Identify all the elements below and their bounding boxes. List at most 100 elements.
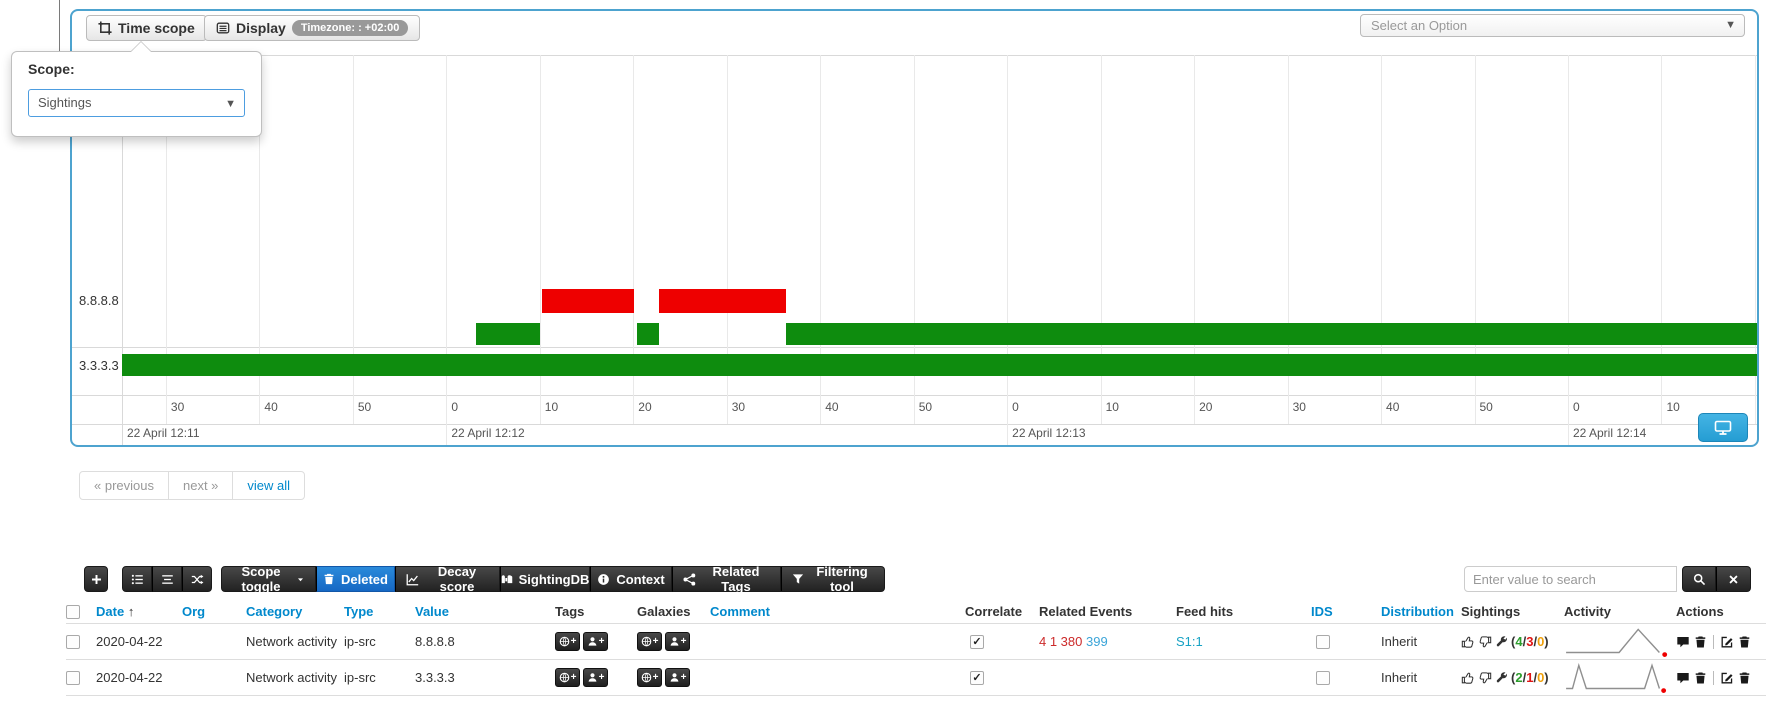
header-ids[interactable]: IDS <box>1311 604 1381 619</box>
related-tags-button[interactable]: Related Tags <box>672 566 781 592</box>
actions-divider <box>1713 671 1714 685</box>
plus-mini: + <box>599 672 605 683</box>
thumbs-up-icon[interactable] <box>1461 671 1475 685</box>
correlate-checkbox[interactable]: ✓ <box>970 635 984 649</box>
attribute-row: 2020-04-22 Network activity ip-src 3.3.3… <box>66 660 1766 696</box>
search-input[interactable] <box>1464 566 1677 592</box>
header-type[interactable]: Type <box>344 604 415 619</box>
pagination: « previous next » view all <box>79 471 305 500</box>
sighting-bar-positive[interactable] <box>122 354 1757 376</box>
previous-page-button[interactable]: « previous <box>80 472 168 499</box>
add-global-tag-button[interactable]: + <box>555 668 580 687</box>
header-comment[interactable]: Comment <box>710 604 965 619</box>
add-local-galaxy-button[interactable]: + <box>665 668 690 687</box>
activity-sparkline <box>1564 663 1676 693</box>
list-view-button[interactable] <box>122 566 152 592</box>
edit-icon[interactable] <box>1720 671 1734 685</box>
context-button[interactable]: Context <box>590 566 672 592</box>
add-local-tag-button[interactable]: + <box>583 668 608 687</box>
related-event-links[interactable]: 4 1 380 <box>1039 634 1082 649</box>
thumbs-up-icon[interactable] <box>1461 635 1475 649</box>
clear-search-button[interactable] <box>1716 566 1751 592</box>
deleted-toggle-button[interactable]: Deleted <box>316 566 395 592</box>
add-local-galaxy-button[interactable]: + <box>665 632 690 651</box>
scope-selected-option: Sightings <box>38 95 91 110</box>
row-select-checkbox[interactable] <box>66 671 80 685</box>
add-global-galaxy-button[interactable]: + <box>637 632 662 651</box>
search-button[interactable] <box>1682 566 1716 592</box>
deleted-label: Deleted <box>341 572 388 587</box>
delete-sighting-icon[interactable] <box>1694 635 1707 649</box>
attribute-date: 2020-04-22 <box>96 670 182 685</box>
user-icon <box>587 672 598 683</box>
row-select-checkbox[interactable] <box>66 635 80 649</box>
add-attribute-button[interactable] <box>84 566 108 592</box>
wrench-icon[interactable] <box>1495 671 1508 684</box>
header-value[interactable]: Value <box>415 604 555 619</box>
delete-icon[interactable] <box>1738 635 1751 649</box>
minor-tick-label: 50 <box>1480 400 1493 414</box>
ids-checkbox[interactable] <box>1316 671 1330 685</box>
trash-icon <box>323 573 335 585</box>
sighting-bar-negative[interactable] <box>659 289 786 313</box>
sightingdb-button[interactable]: SightingDB <box>500 566 590 592</box>
select-all-checkbox[interactable] <box>66 605 80 619</box>
wrench-icon[interactable] <box>1495 635 1508 648</box>
sighting-counts: (4/3/0) <box>1511 634 1549 649</box>
header-distribution[interactable]: Distribution <box>1381 604 1461 619</box>
sighting-bar-positive[interactable] <box>786 323 1757 345</box>
major-gridline <box>1568 424 1569 445</box>
globe-icon <box>641 636 652 647</box>
sighting-bar-positive[interactable] <box>476 323 540 345</box>
correlate-checkbox[interactable]: ✓ <box>970 671 984 685</box>
view-all-button[interactable]: view all <box>232 472 304 499</box>
caret-down-icon <box>296 575 305 584</box>
header-correlate: Correlate <box>965 604 1039 619</box>
major-gridline <box>1007 424 1008 445</box>
filtering-tool-button[interactable]: Filtering tool <box>781 566 885 592</box>
shuffle-view-button[interactable] <box>182 566 212 592</box>
thumbs-down-icon[interactable] <box>1478 671 1492 685</box>
comment-icon[interactable] <box>1676 671 1690 685</box>
decay-score-button[interactable]: Decay score <box>395 566 500 592</box>
delete-icon[interactable] <box>1738 671 1751 685</box>
header-category[interactable]: Category <box>246 604 344 619</box>
x-icon <box>1728 574 1739 585</box>
plus-mini: + <box>571 672 577 683</box>
table-header-row: Date ↑ Org Category Type Value Tags Gala… <box>66 600 1766 624</box>
actions-cell <box>1676 635 1766 649</box>
globe-icon <box>559 672 570 683</box>
decay-score-label: Decay score <box>425 564 489 594</box>
compact-view-button[interactable] <box>152 566 182 592</box>
chevron-down-icon: ▼ <box>225 91 236 117</box>
axis-middle-line <box>72 424 1757 425</box>
scope-toggle-button[interactable]: Scope toggle <box>221 566 316 592</box>
thumbs-down-icon[interactable] <box>1478 635 1492 649</box>
attribute-type: ip-src <box>344 634 415 649</box>
related-event-link[interactable]: 399 <box>1086 634 1108 649</box>
sighting-bar-negative[interactable] <box>542 289 635 313</box>
major-tick-label: 22 April 12:14 <box>1573 426 1646 440</box>
major-tick-label: 22 April 12:13 <box>1012 426 1085 440</box>
add-global-tag-button[interactable]: + <box>555 632 580 651</box>
comment-icon[interactable] <box>1676 635 1690 649</box>
ids-checkbox[interactable] <box>1316 635 1330 649</box>
container-border-line <box>59 0 60 51</box>
delete-sighting-icon[interactable] <box>1694 671 1707 685</box>
plus-icon <box>91 574 102 585</box>
header-date[interactable]: Date <box>96 604 124 619</box>
next-page-button[interactable]: next » <box>168 472 232 499</box>
actions-divider <box>1713 635 1714 649</box>
header-org[interactable]: Org <box>182 604 246 619</box>
snapshot-button[interactable] <box>1698 413 1748 442</box>
add-local-tag-button[interactable]: + <box>583 632 608 651</box>
minor-tick-label: 20 <box>1199 400 1212 414</box>
timeline-panel: Time scope Display Timezone: : +02:00 Se… <box>70 9 1759 447</box>
scope-select[interactable]: Sightings ▼ <box>28 89 245 117</box>
add-global-galaxy-button[interactable]: + <box>637 668 662 687</box>
tags-cell: + + <box>555 668 637 687</box>
edit-icon[interactable] <box>1720 635 1734 649</box>
sighting-bar-positive[interactable] <box>637 323 658 345</box>
header-feed-hits: Feed hits <box>1176 604 1311 619</box>
feed-hits-cell[interactable]: S1:1 <box>1176 634 1311 649</box>
